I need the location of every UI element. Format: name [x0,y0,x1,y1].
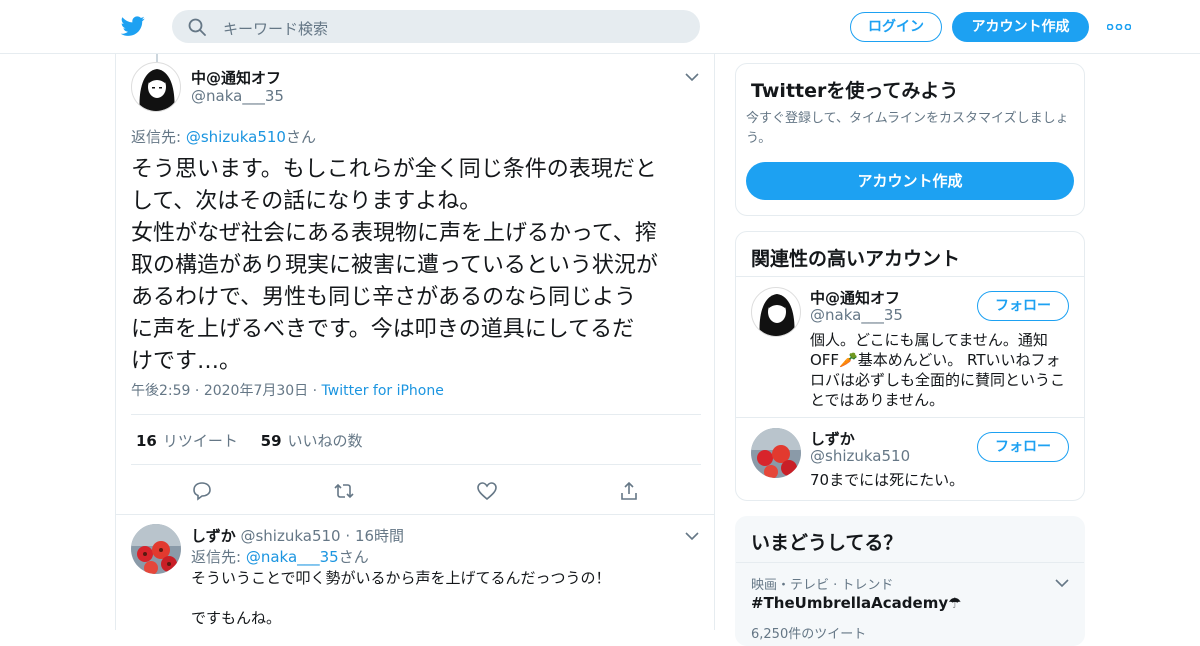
chevron-down-icon[interactable] [685,72,699,82]
divider [116,514,714,515]
login-button[interactable]: ログイン [850,12,942,42]
related-accounts-card: 関連性の高いアカウント 中@通知オフ @naka___35 フォロー 個人。どこ… [735,231,1085,501]
signup-card-description: 今すぐ登録して、タイムラインをカスタマイズしましょう。 [746,111,1069,146]
tweet-column: 中@通知オフ @naka___35 返信先: @shizuka510さん そう思… [115,54,715,630]
avatar[interactable] [751,428,801,478]
reply-suffix: さん [338,548,369,566]
reply-time[interactable]: 16時間 [355,527,404,545]
reply-avatar[interactable] [131,524,181,574]
reply-text: そういうことで叩く勢がいるから声を上げてるんだっつうの！ ですもんね。 [191,569,611,627]
avatar[interactable] [751,287,801,337]
tweet-actions [116,476,716,506]
reply-prefix: 返信先: [191,548,246,566]
divider [736,562,1084,563]
reply-to-handle-link[interactable]: @naka___35 [246,548,339,566]
reply-prefix: 返信先: [131,128,186,146]
tweet-date[interactable]: 2020年7月30日 [204,383,308,399]
reply-header: しずか @shizuka510 · 16時間 [191,527,405,545]
account-handle[interactable]: @naka___35 [810,306,903,324]
related-title: 関連性の高いアカウント [751,248,961,270]
chevron-down-icon[interactable] [1055,578,1069,588]
search-icon [188,18,206,36]
share-icon[interactable] [618,480,640,502]
signup-button[interactable]: アカウント作成 [952,12,1089,42]
more-icon[interactable] [1107,24,1131,30]
avatar-flowers-icon [131,524,181,574]
avatar-illustration-icon [139,69,175,111]
trends-title: いまどうしてる？ [751,532,903,554]
tweet-time[interactable]: 午後2:59 [131,383,190,399]
heart-icon[interactable] [476,480,498,502]
divider [131,464,701,465]
tweet-stats: 16 リツイート 59 いいねの数 [136,430,363,451]
top-bar: キーワード検索 ログイン アカウント作成 [0,0,1200,54]
tweet-meta: 午後2:59 · 2020年7月30日 · Twitter for iPhone [131,383,444,399]
account-bio: 70までには死にたい。 [810,471,965,489]
avatar[interactable] [131,62,181,112]
account-name[interactable]: 中@通知オフ [810,287,900,308]
account-name[interactable]: しずか [810,428,855,449]
follow-button[interactable]: フォロー [977,432,1069,462]
signup-card: Twitterを使ってみよう 今すぐ登録して、タイムラインをカスタマイズしましょ… [735,63,1085,216]
reply-to-handle-link[interactable]: @shizuka510 [186,128,286,146]
account-handle[interactable]: @shizuka510 [810,447,910,465]
signup-card-title: Twitterを使ってみよう [751,80,959,102]
reply-to-line: 返信先: @naka___35さん [191,546,369,567]
account-bio: 個人。どこにも属してません。通知OFF🥕基本めんどい。 RTいいねフォロバは必ず… [810,331,1066,409]
follow-button[interactable]: フォロー [977,291,1069,321]
author-handle[interactable]: @naka___35 [191,87,284,105]
reply-suffix: さん [285,128,316,146]
divider [736,276,1084,277]
divider [131,414,701,415]
retweet-count[interactable]: 16 [136,432,157,450]
retweet-label[interactable]: リツイート [163,432,238,450]
tweet-source-link[interactable]: Twitter for iPhone [322,383,444,399]
trend-hashtag[interactable]: #TheUmbrellaAcademy☂ [751,594,962,612]
author-name[interactable]: 中@通知オフ [191,67,281,88]
like-label[interactable]: いいねの数 [288,432,363,450]
trend-count: 6,250件のツイート [751,627,867,642]
divider [736,417,1084,418]
avatar-illustration-icon [759,294,795,336]
avatar-flowers-icon [751,428,801,478]
thread-line [156,54,158,62]
trend-category: 映画・テレビ · トレンド [751,578,894,593]
reply-author-name[interactable]: しずか [191,527,236,545]
reply-author-handle[interactable]: @shizuka510 [240,527,340,545]
tweet-text: そう思います。もしこれらが全く同じ条件の表現だと して、次はその話になりますよね… [131,157,658,374]
chevron-down-icon[interactable] [685,531,699,541]
signup-card-button[interactable]: アカウント作成 [746,162,1074,200]
search-bar[interactable]: キーワード検索 [172,10,700,43]
reply-to-line: 返信先: @shizuka510さん [131,126,316,147]
twitter-bird-icon[interactable] [120,14,146,38]
search-input[interactable]: キーワード検索 [223,18,328,39]
retweet-icon[interactable] [333,480,355,502]
trends-card: いまどうしてる？ 映画・テレビ · トレンド #TheUmbrellaAcade… [735,516,1085,646]
reply-icon[interactable] [191,480,213,502]
like-count[interactable]: 59 [261,432,282,450]
